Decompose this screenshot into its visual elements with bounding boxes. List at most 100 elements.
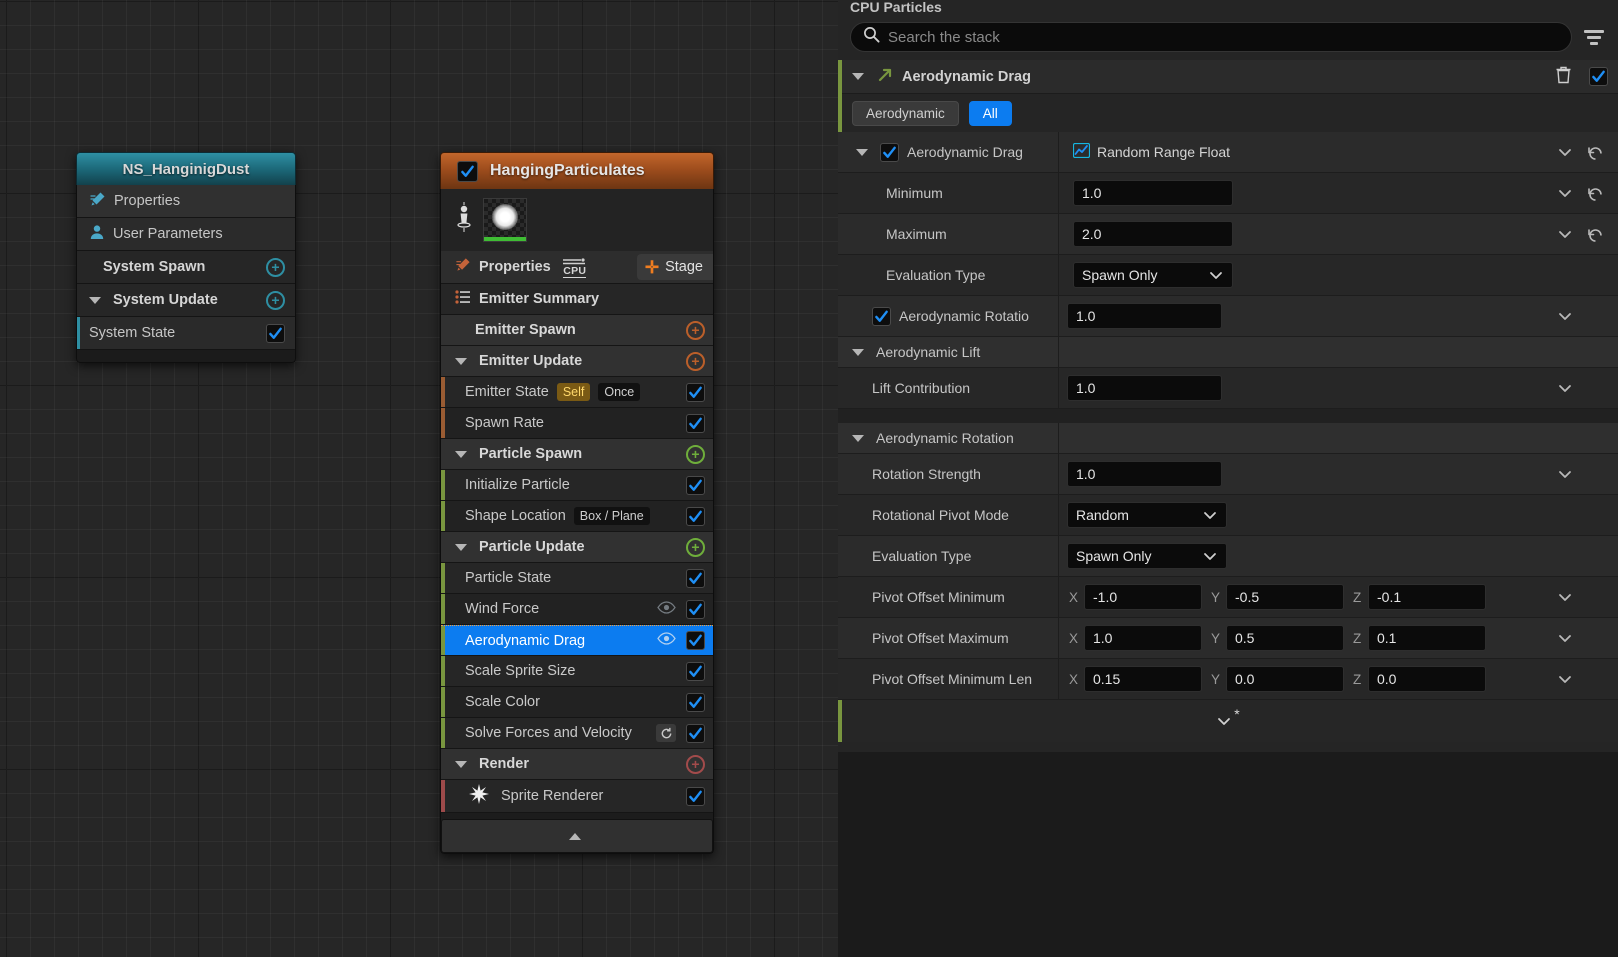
add-stage-button[interactable]: ✛ Stage [636,254,713,280]
rotational-pivot-mode-select[interactable]: Random [1067,502,1227,528]
system-row-properties[interactable]: Properties [77,185,295,218]
reset-icon[interactable] [656,724,676,742]
chevron-down-icon[interactable] [1557,466,1573,482]
chevron-down-icon[interactable] [1557,144,1573,160]
chevron-down-icon[interactable] [455,543,467,551]
enable-checkbox[interactable] [686,475,705,495]
chevron-down-icon[interactable] [1557,308,1573,324]
input-enable-checkbox[interactable] [880,142,899,162]
pivot-offset-minimum-length-x[interactable]: 0.15 [1084,666,1202,692]
pivot-offset-minimum-length-y[interactable]: 0.0 [1226,666,1344,692]
pivot-offset-maximum-y[interactable]: 0.5 [1226,625,1344,651]
chevron-down-icon[interactable] [455,760,467,768]
detail-row-rotational-pivot-mode[interactable]: Rotational Pivot Mode Random [838,495,1618,536]
enable-checkbox[interactable] [686,692,705,712]
chevron-down-icon[interactable] [1557,630,1573,646]
emitter-row-scale-color[interactable]: Scale Color [441,687,713,718]
system-row-user-parameters[interactable]: User Parameters [77,218,295,251]
search-input[interactable]: Search the stack [850,22,1572,52]
detail-section-aerodynamic-lift[interactable]: Aerodynamic Lift [838,337,1618,368]
pivot-offset-minimum-z[interactable]: -0.1 [1368,584,1486,610]
detail-row-pivot-offset-minimum-length[interactable]: Pivot Offset Minimum Len X 0.15 Y 0.0 Z … [838,659,1618,700]
emitter-row-particle-update[interactable]: Particle Update + [441,532,713,563]
chevron-down-icon[interactable] [1557,671,1573,687]
pivot-offset-maximum-x[interactable]: 1.0 [1084,625,1202,651]
input-enable-checkbox[interactable] [872,306,891,326]
niagara-graph-canvas[interactable]: NS_HanginigDust Properties User Paramete… [0,0,838,957]
detail-row-lift-contribution[interactable]: Lift Contribution 1.0 [838,368,1618,409]
emitter-row-solve-forces-and-velocity[interactable]: Solve Forces and Velocity [441,718,713,749]
visibility-eye-icon[interactable] [657,632,676,649]
evaluation-type-select[interactable]: Spawn Only [1073,262,1233,288]
enable-checkbox[interactable] [686,786,705,806]
plus-circle-icon[interactable]: + [266,257,285,277]
cpu-sim-target-icon[interactable]: CPU [562,257,588,278]
evaluation-type-rotation-select[interactable]: Spawn Only [1067,543,1227,569]
detail-row-minimum[interactable]: Minimum 1.0 [838,173,1618,214]
reset-to-default-icon[interactable] [1587,185,1604,202]
emitter-row-aerodynamic-drag[interactable]: Aerodynamic Drag [441,625,713,656]
detail-row-aerodynamic-drag[interactable]: Aerodynamic Drag Random Range Float [838,132,1618,173]
plus-circle-icon[interactable]: + [686,444,705,464]
system-node[interactable]: NS_HanginigDust Properties User Paramete… [76,152,296,363]
filter-chip-aerodynamic[interactable]: Aerodynamic [852,100,959,126]
enable-checkbox[interactable] [686,568,705,588]
enable-checkbox[interactable] [686,631,705,650]
chevron-down-icon[interactable] [1557,589,1573,605]
module-header-aerodynamic-drag[interactable]: Aerodynamic Drag [838,60,1618,94]
emitter-row-emitter-summary[interactable]: Emitter Summary [441,284,713,315]
chevron-down-icon[interactable] [856,148,868,156]
lift-contribution-input[interactable]: 1.0 [1067,375,1222,401]
detail-row-rotation-strength[interactable]: Rotation Strength 1.0 [838,454,1618,495]
emitter-row-particle-spawn[interactable]: Particle Spawn + [441,439,713,470]
pivot-offset-maximum-z[interactable]: 0.1 [1368,625,1486,651]
detail-row-evaluation-type-rotation[interactable]: Evaluation Type Spawn Only [838,536,1618,577]
chevron-down-icon[interactable] [455,357,467,365]
filter-chip-all[interactable]: All [968,100,1012,126]
input-type[interactable]: Random Range Float [1072,142,1230,161]
chevron-down-icon[interactable] [852,73,864,80]
emitter-row-initialize-particle[interactable]: Initialize Particle [441,470,713,501]
plus-circle-icon[interactable]: + [686,351,705,371]
emitter-row-render[interactable]: Render + [441,749,713,780]
chevron-down-icon[interactable] [1557,226,1573,242]
emitter-row-scale-sprite-size[interactable]: Scale Sprite Size [441,656,713,687]
enable-checkbox[interactable] [686,382,705,402]
trash-icon[interactable] [1555,65,1572,88]
pivot-offset-minimum-x[interactable]: -1.0 [1084,584,1202,610]
chevron-down-icon[interactable] [1557,185,1573,201]
system-row-system-state[interactable]: System State [77,317,295,350]
chevron-down-icon[interactable] [1557,380,1573,396]
plus-circle-icon[interactable]: + [686,320,705,340]
emitter-thumbnail[interactable] [483,198,527,242]
emitter-row-particle-state[interactable]: Particle State [441,563,713,594]
reset-to-default-icon[interactable] [1587,144,1604,161]
show-more-inputs-button[interactable]: * [838,700,1618,742]
emitter-row-wind-force[interactable]: Wind Force [441,594,713,625]
module-enable-checkbox[interactable] [1589,67,1608,86]
minimum-input[interactable]: 1.0 [1073,180,1233,206]
emitter-row-emitter-state[interactable]: Emitter State Self Once [441,377,713,408]
emitter-properties-row[interactable]: Properties CPU ✛ Stage [441,251,713,284]
plus-circle-icon[interactable]: + [686,537,705,557]
detail-row-aerodynamic-rotation-input[interactable]: Aerodynamic Rotatio 1.0 [838,296,1618,337]
detail-row-maximum[interactable]: Maximum 2.0 [838,214,1618,255]
detail-row-pivot-offset-minimum[interactable]: Pivot Offset Minimum X -1.0 Y -0.5 Z -0.… [838,577,1618,618]
pivot-offset-minimum-y[interactable]: -0.5 [1226,584,1344,610]
collapse-emitter-button[interactable] [441,819,713,853]
emitter-row-sprite-renderer[interactable]: Sprite Renderer [441,780,713,813]
detail-section-aerodynamic-rotation[interactable]: Aerodynamic Rotation [838,423,1618,454]
maximum-input[interactable]: 2.0 [1073,221,1233,247]
aerodynamic-rotation-input[interactable]: 1.0 [1067,303,1222,329]
enable-checkbox[interactable] [686,599,705,619]
system-row-system-spawn[interactable]: System Spawn + [77,251,295,284]
pivot-offset-minimum-length-z[interactable]: 0.0 [1368,666,1486,692]
system-row-system-update[interactable]: System Update + [77,284,295,317]
reset-to-default-icon[interactable] [1587,226,1604,243]
chevron-down-icon[interactable] [852,434,864,442]
rotation-strength-input[interactable]: 1.0 [1067,461,1222,487]
emitter-enable-checkbox[interactable] [457,160,478,182]
enable-checkbox[interactable] [686,723,705,743]
enable-checkbox[interactable] [686,661,705,681]
filter-icon[interactable] [1582,25,1606,49]
